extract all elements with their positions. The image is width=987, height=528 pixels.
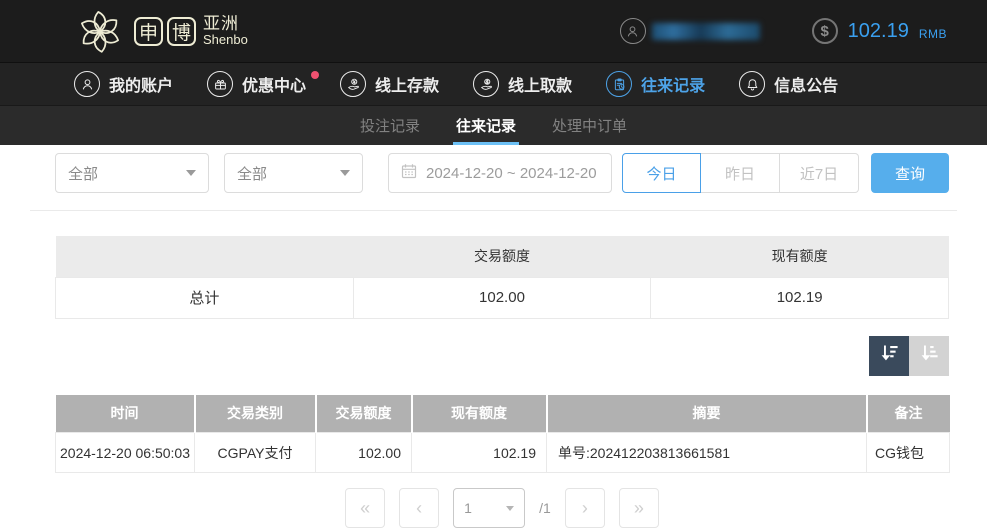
dollar-circle-icon: $: [812, 18, 838, 44]
sort-controls: [55, 336, 949, 376]
type-select[interactable]: 全部: [55, 153, 209, 193]
user-account: [620, 18, 760, 44]
nav-item-announcements[interactable]: 信息公告: [739, 71, 838, 97]
logo-char-box: 申: [134, 17, 163, 46]
quick-date-group: 今日 昨日 近7日: [622, 153, 859, 193]
sort-desc-button[interactable]: [869, 336, 909, 376]
flower-logo-icon: [74, 5, 126, 57]
cell-amount: 102.00: [316, 433, 412, 473]
date-range-value: 2024-12-20 ~ 2024-12-20: [426, 165, 597, 182]
content-area: 全部 全部 2024-12-20 ~ 2024-12-20 今日 昨日 近7日 …: [0, 145, 987, 528]
date-range-input[interactable]: 2024-12-20 ~ 2024-12-20: [388, 153, 612, 193]
sort-desc-icon: [878, 342, 900, 369]
user-icon: [74, 71, 100, 97]
user-circle-icon: [620, 18, 646, 44]
table-row: 2024-12-20 06:50:03 CGPAY支付 102.00 102.1…: [56, 433, 950, 473]
withdraw-icon: [473, 71, 499, 97]
section-divider: [30, 210, 957, 211]
chevron-down-icon: [186, 170, 196, 176]
filter-row: 全部 全部 2024-12-20 ~ 2024-12-20 今日 昨日 近7日 …: [55, 153, 949, 193]
summary-table: 交易额度 现有额度 总计 102.00 102.19: [55, 236, 949, 319]
records-icon: [606, 71, 632, 97]
cell-balance: 102.19: [412, 433, 547, 473]
cell-time: 2024-12-20 06:50:03: [56, 433, 195, 473]
gift-icon: [207, 71, 233, 97]
main-nav: 我的账户 优惠中心 线上存款 线上取款 往来记录 信息公告: [0, 62, 987, 105]
first-page-button[interactable]: «: [345, 488, 385, 528]
sort-asc-icon: [918, 342, 940, 369]
cell-type: CGPAY支付: [195, 433, 316, 473]
transactions-table: 时间 交易类别 交易额度 现有额度 摘要 备注 2024-12-20 06:50…: [55, 395, 950, 474]
sort-asc-button[interactable]: [909, 336, 949, 376]
cell-remark: CG钱包: [867, 433, 950, 473]
pagination: « ‹ 1 /1 › »: [55, 488, 949, 528]
calendar-icon: [401, 163, 417, 183]
quick-last7days-button[interactable]: 近7日: [780, 153, 859, 193]
prev-page-button[interactable]: ‹: [399, 488, 439, 528]
table-header-row: 时间 交易类别 交易额度 现有额度 摘要 备注: [56, 395, 950, 433]
tab-pending-orders[interactable]: 处理中订单: [549, 106, 630, 145]
masked-username: [652, 23, 760, 40]
col-header-summary: 摘要: [547, 395, 867, 433]
col-header-amount: 交易额度: [316, 395, 412, 433]
logo-region: 亚洲 Shenbo: [203, 15, 248, 48]
summary-total-balance: 102.19: [651, 277, 949, 318]
notification-dot: [311, 71, 319, 79]
nav-label: 往来记录: [641, 72, 705, 96]
summary-header-row: 交易额度 现有额度: [56, 236, 949, 277]
nav-label: 线上存款: [375, 72, 439, 96]
col-header-balance: 现有额度: [412, 395, 547, 433]
brand-logo[interactable]: 申 博 亚洲 Shenbo: [74, 5, 248, 57]
quick-yesterday-button[interactable]: 昨日: [701, 153, 780, 193]
summary-total-transaction: 102.00: [353, 277, 651, 318]
last-page-button[interactable]: »: [619, 488, 659, 528]
balance-display: $ 102.19 RMB: [812, 18, 947, 44]
summary-header-empty: [56, 236, 354, 277]
balance-amount: 102.19: [848, 20, 909, 43]
cell-summary: 单号:202412203813661581: [547, 433, 867, 473]
chevron-down-icon: [506, 506, 514, 511]
col-header-type: 交易类别: [195, 395, 316, 433]
nav-label: 信息公告: [774, 72, 838, 96]
col-header-remark: 备注: [867, 395, 950, 433]
record-tabs: 投注记录 往来记录 处理中订单: [0, 105, 987, 145]
deposit-icon: [340, 71, 366, 97]
nav-label: 我的账户: [109, 72, 173, 96]
col-header-time: 时间: [56, 395, 195, 433]
logo-brand-en: Shenbo: [203, 33, 248, 47]
summary-total-row: 总计 102.00 102.19: [56, 277, 949, 318]
category-select-value: 全部: [237, 163, 267, 184]
summary-header-balance: 现有额度: [651, 236, 949, 277]
bell-icon: [739, 71, 765, 97]
nav-label: 优惠中心: [242, 72, 306, 96]
next-page-button[interactable]: ›: [565, 488, 605, 528]
nav-item-deposit[interactable]: 线上存款: [340, 71, 439, 97]
header-right: $ 102.19 RMB: [620, 18, 947, 44]
page-select[interactable]: 1: [453, 488, 525, 528]
quick-today-button[interactable]: 今日: [622, 153, 701, 193]
summary-total-label: 总计: [56, 277, 354, 318]
search-button[interactable]: 查询: [871, 153, 949, 193]
summary-header-transaction: 交易额度: [353, 236, 651, 277]
nav-item-transactions[interactable]: 往来记录: [606, 71, 705, 97]
page-select-value: 1: [464, 500, 472, 516]
category-select[interactable]: 全部: [224, 153, 363, 193]
nav-item-my-account[interactable]: 我的账户: [74, 71, 173, 97]
logo-region-cn: 亚洲: [203, 15, 248, 34]
chevron-down-icon: [340, 170, 350, 176]
type-select-value: 全部: [68, 163, 98, 184]
logo-char-box: 博: [167, 17, 196, 46]
nav-item-promotions[interactable]: 优惠中心: [207, 71, 306, 97]
nav-item-withdraw[interactable]: 线上取款: [473, 71, 572, 97]
nav-label: 线上取款: [508, 72, 572, 96]
balance-currency: RMB: [919, 22, 947, 41]
app-header: 申 博 亚洲 Shenbo $ 102.19 RMB: [0, 0, 987, 62]
page-total-label: /1: [539, 488, 551, 528]
tab-bet-records[interactable]: 投注记录: [357, 106, 423, 145]
tab-transaction-records[interactable]: 往来记录: [453, 106, 519, 145]
